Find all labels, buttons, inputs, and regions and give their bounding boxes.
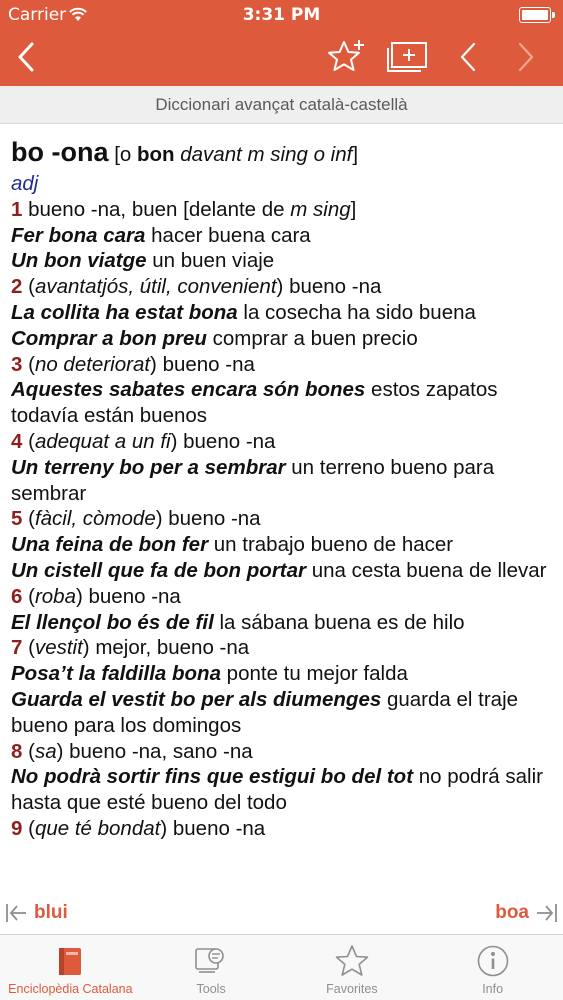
previous-entry-link[interactable]: blui (4, 896, 74, 930)
tab-enciclopedia[interactable]: Enciclopèdia Catalana (0, 935, 141, 1000)
tab-bar: Enciclopèdia Catalana Tools Favorites In… (0, 934, 563, 1000)
example: Posa’t la faldilla bona ponte tu mejor f… (11, 662, 408, 686)
sense-2: 2 (avantatjós, útil, convenient) bueno -… (11, 275, 382, 299)
sense-5: 5 (fàcil, còmode) bueno -na (11, 507, 261, 531)
sense-1: 1 bueno -na, buen [delante de m sing] (11, 197, 357, 221)
arrow-right-bar-icon (537, 904, 557, 922)
part-of-speech: adj (11, 172, 39, 195)
example: Un bon viatge un buen viaje (11, 249, 275, 273)
clock: 3:31 PM (242, 5, 321, 25)
tab-label: Favorites (326, 982, 378, 996)
sense-7: 7 (vestit) mejor, bueno -na (11, 636, 250, 660)
example: La collita ha estat bona la cosecha ha s… (11, 300, 476, 324)
sense-3: 3 (no deteriorat) bueno -na (11, 352, 255, 376)
next-entry-label: boa (495, 902, 529, 923)
headword: bo -ona (11, 137, 109, 167)
example: Comprar a bon preu comprar a buen precio (11, 326, 418, 350)
example: Aquestes sabates encara són bones estos … (11, 378, 498, 428)
tools-icon (195, 948, 224, 973)
example: Guarda el vestit bo per als diumenges gu… (11, 687, 519, 737)
sense-4: 4 (adequat a un fi) bueno -na (11, 429, 276, 453)
tab-tools[interactable]: Tools (141, 935, 282, 1000)
next-entry-button[interactable] (506, 34, 546, 80)
example: Fer bona cara hacer buena cara (11, 223, 311, 247)
add-card-button[interactable] (382, 34, 432, 80)
sense-8: 8 (sa) bueno -na, sano -na (11, 739, 253, 763)
grammar-note: [o bon davant m sing o inf] (114, 143, 359, 166)
next-entry-link[interactable]: boa (489, 896, 559, 930)
add-card-icon (387, 42, 427, 72)
chevron-left-icon (18, 42, 34, 72)
star-add-icon (328, 40, 364, 71)
add-favorite-button[interactable] (323, 34, 369, 80)
previous-entry-button[interactable] (448, 34, 488, 80)
book-icon (59, 948, 82, 975)
back-button[interactable] (6, 34, 46, 80)
sense-6: 6 (roba) bueno -na (11, 584, 181, 608)
example: El llençol bo és de fil la sábana buena … (11, 610, 465, 634)
tab-favorites[interactable]: Favorites (282, 935, 423, 1000)
chevron-left-icon (460, 42, 476, 72)
tab-info[interactable]: Info (422, 935, 563, 1000)
previous-entry-label: blui (34, 902, 68, 923)
star-icon (335, 945, 369, 976)
tab-label: Info (482, 982, 504, 996)
status-bar: Carrier 3:31 PM (0, 0, 563, 30)
dictionary-entry: bo -ona [o bon davant m sing o inf] adj … (11, 136, 556, 934)
example: No podrà sortir fins que estigui bo del … (11, 765, 543, 815)
entry-heading: bo -ona [o bon davant m sing o inf] (11, 136, 556, 171)
example: Un cistell que fa de bon portar una cest… (11, 558, 547, 582)
tab-label: Tools (196, 982, 226, 996)
dictionary-title: Diccionari avançat català-castellà (0, 86, 563, 124)
example: Una feina de bon fer un trabajo bueno de… (11, 533, 454, 557)
tab-label: Enciclopèdia Catalana (8, 982, 133, 996)
chevron-right-icon (518, 42, 534, 72)
battery-icon (519, 7, 555, 23)
info-icon (477, 945, 508, 977)
sense-9: 9 (que té bondat) bueno -na (11, 816, 266, 840)
app-header: Carrier 3:31 PM (0, 0, 563, 86)
example: Un terreny bo per a sembrar un terreno b… (11, 455, 495, 505)
arrow-left-bar-icon (6, 904, 26, 922)
